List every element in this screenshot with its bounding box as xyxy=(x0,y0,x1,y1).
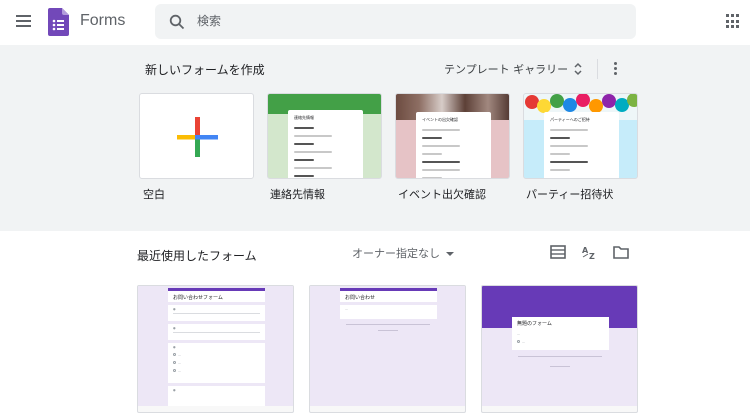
template-label: パーティー招待状 xyxy=(526,188,614,201)
preview-title: パーティーへのご招待 xyxy=(550,117,590,122)
template-gallery: 新しいフォームを作成 テンプレート ギャラリー 空白 連絡先情報 連絡先情報 イ… xyxy=(0,45,750,231)
caret-down-icon xyxy=(446,252,454,256)
forms-logo-icon[interactable] xyxy=(48,8,69,36)
top-bar: Forms xyxy=(0,0,750,45)
more-vert-icon[interactable] xyxy=(613,62,619,78)
template-gallery-button[interactable]: テンプレート ギャラリー xyxy=(444,61,568,77)
search-bar[interactable] xyxy=(155,4,636,39)
svg-text:A: A xyxy=(582,246,589,255)
template-label: 連絡先情報 xyxy=(270,188,325,201)
plus-icon xyxy=(177,117,218,157)
sort-az-icon[interactable]: A Z xyxy=(581,244,599,260)
form-thumbnail: 無題のフォーム — — xyxy=(482,286,637,406)
owner-filter-dropdown[interactable]: オーナー指定なし xyxy=(352,245,454,261)
app-title[interactable]: Forms xyxy=(80,12,125,30)
template-contact-info[interactable]: 連絡先情報 xyxy=(267,93,382,179)
menu-icon xyxy=(16,15,31,17)
list-view-icon[interactable] xyxy=(550,244,568,260)
template-preview: 連絡先情報 xyxy=(288,110,363,178)
form-thumbnail: お問い合わせ — xyxy=(310,286,465,406)
apps-icon[interactable] xyxy=(726,14,741,29)
template-label: イベント出欠確認 xyxy=(398,188,486,201)
template-preview: イベントの出欠確認 xyxy=(416,112,491,178)
preview-title: 連絡先情報 xyxy=(294,115,314,120)
template-preview: パーティーへのご招待 xyxy=(544,112,619,178)
template-event-rsvp[interactable]: イベントの出欠確認 xyxy=(395,93,510,179)
gallery-title: 新しいフォームを作成 xyxy=(145,63,265,77)
thumbnail-title: お問い合わせフォーム xyxy=(173,295,223,301)
template-label: 空白 xyxy=(143,188,165,201)
unfold-more-icon[interactable] xyxy=(572,61,584,77)
thumbnail-title: 無題のフォーム xyxy=(517,321,552,327)
preview-title: イベントの出欠確認 xyxy=(422,117,458,122)
owner-filter-label: オーナー指定なし xyxy=(352,247,440,260)
recent-form-card[interactable]: 無題のフォーム — — xyxy=(481,285,638,413)
recent-form-card[interactable]: お問い合わせ — xyxy=(309,285,466,413)
svg-text:Z: Z xyxy=(589,252,595,260)
main-menu-button[interactable] xyxy=(14,12,34,32)
recent-forms-title: 最近使用したフォーム xyxy=(137,249,257,263)
folder-icon[interactable] xyxy=(612,244,630,260)
template-blank[interactable] xyxy=(139,93,254,179)
thumbnail-title: お問い合わせ xyxy=(345,295,376,301)
form-thumbnail: お問い合わせフォーム ● ● ● — — — ● xyxy=(138,286,293,406)
search-icon[interactable] xyxy=(169,14,185,30)
template-party-invite[interactable]: パーティーへのご招待 xyxy=(523,93,638,179)
recent-form-card[interactable]: お問い合わせフォーム ● ● ● — — — ● xyxy=(137,285,294,413)
divider xyxy=(597,59,598,79)
search-input[interactable] xyxy=(197,11,617,31)
